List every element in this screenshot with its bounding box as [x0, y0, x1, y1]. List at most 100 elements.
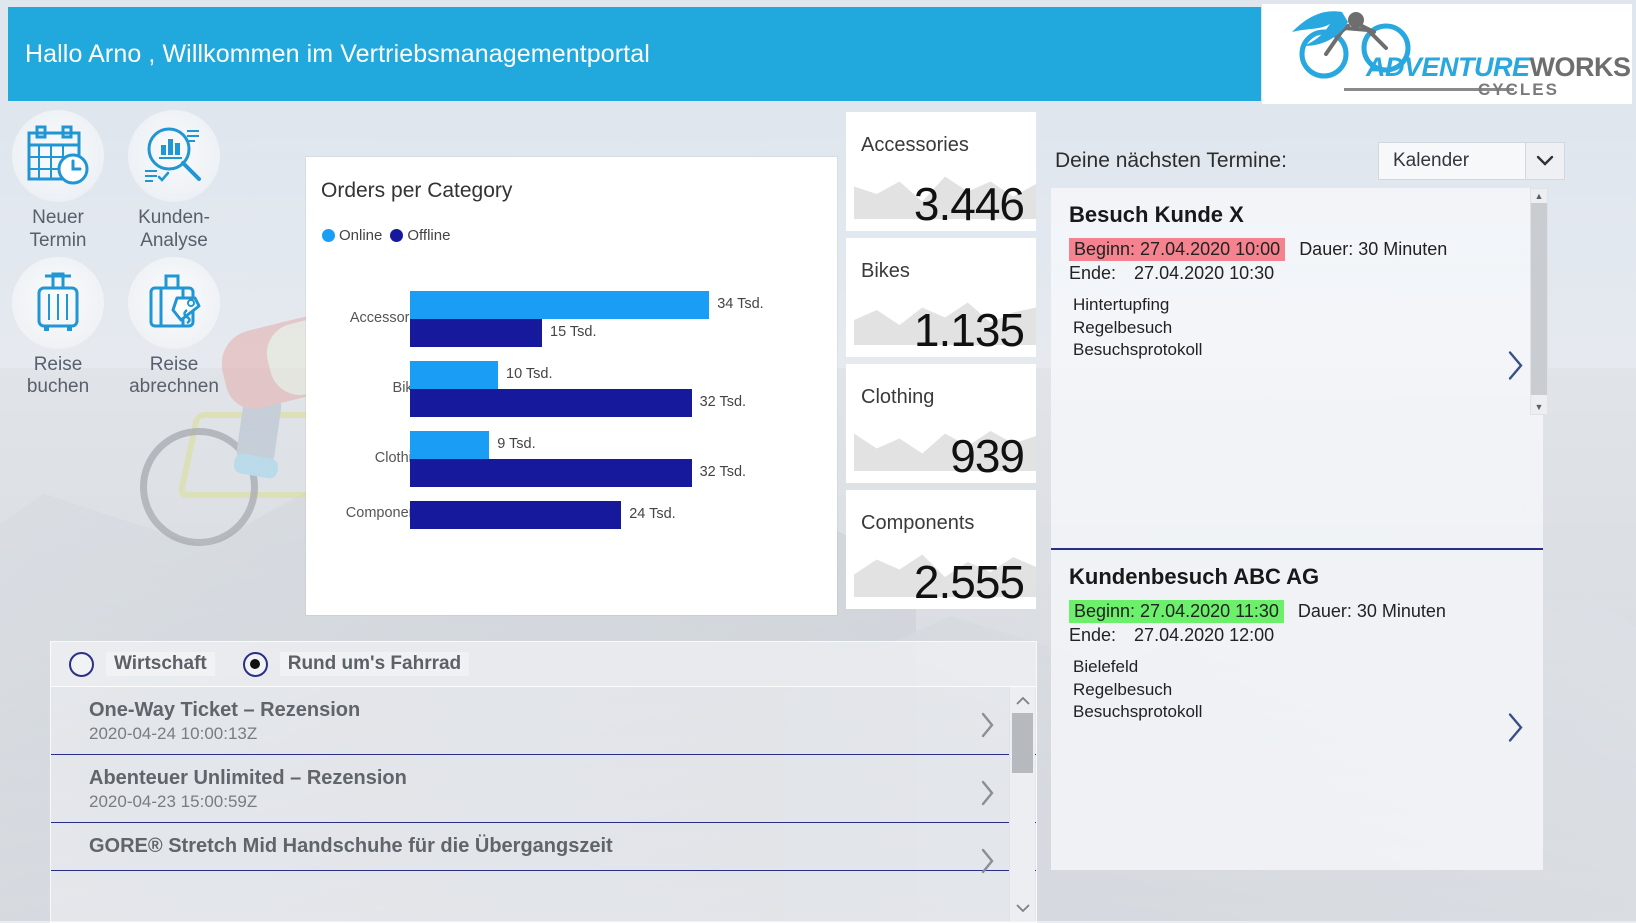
appointments-list: Besuch Kunde X Beginn: 27.04.2020 10:00 …: [1051, 188, 1543, 870]
appointment-begin: Beginn: 27.04.2020 10:00: [1069, 238, 1286, 261]
brand-logo: ADVENTUREWORKS CYCLES: [1262, 4, 1632, 104]
scroll-down-arrow-icon[interactable]: [1010, 897, 1035, 919]
kpi-card-clothing[interactable]: Clothing 939: [846, 364, 1036, 483]
chart-bar-offline[interactable]: [410, 501, 622, 529]
quick-action-label-line2: Analyse: [140, 229, 208, 251]
quick-action-label-line2: abrechnen: [129, 376, 219, 398]
radio-button-fahrrad[interactable]: [242, 651, 268, 677]
calendar-source-select[interactable]: Kalender: [1378, 142, 1565, 180]
appointment-time-row: Beginn: 27.04.2020 11:30 Dauer: 30 Minut…: [1069, 600, 1493, 623]
chevron-right-icon[interactable]: [1507, 712, 1525, 749]
chart-bar-offline[interactable]: [410, 459, 692, 487]
appointment-end-label: Ende:: [1069, 263, 1117, 283]
chart-bar-value-online: 9 Tsd.: [497, 436, 536, 452]
news-list-item[interactable]: One-Way Ticket – Rezension 2020-04-24 10…: [51, 687, 1036, 755]
kpi-card-bikes[interactable]: Bikes 1.135: [846, 238, 1036, 357]
quick-actions-panel: Neuer Termin Kunden- Analyse Reise buche…: [0, 110, 240, 403]
chart-title: Orders per Category: [321, 179, 513, 202]
chevron-right-icon[interactable]: [980, 779, 996, 812]
scroll-down-arrow-icon[interactable]: ▼: [1531, 400, 1547, 414]
quick-action-label-line1: Reise: [33, 353, 83, 375]
quick-action-icon-wrap: [12, 256, 104, 349]
chevron-right-icon[interactable]: [980, 711, 996, 744]
appointment-end-value: 27.04.2020 12:00: [1134, 625, 1275, 645]
scroll-up-arrow-icon[interactable]: ▲: [1531, 189, 1547, 203]
chart-plot-area: Accessories34 Tsd.15 Tsd.Bikes10 Tsd.32 …: [306, 269, 837, 607]
appointment-type: Regelbesuch: [1073, 679, 1173, 699]
legend-item-offline[interactable]: Offline: [390, 227, 450, 244]
appointment-location: Hintertupfing: [1073, 295, 1170, 314]
radio-button-wirtschaft[interactable]: [69, 651, 94, 677]
quick-action-neuer-termin[interactable]: Neuer Termin: [0, 110, 116, 253]
legend-swatch-offline: [390, 229, 404, 242]
chart-bar-online[interactable]: [410, 431, 490, 459]
news-tab-label: Rund um's Fahrrad: [279, 652, 470, 676]
chevron-right-icon[interactable]: [980, 847, 996, 880]
appointment-type: Regelbesuch: [1073, 317, 1173, 337]
quick-action-reise-buchen[interactable]: Reise buchen: [0, 256, 116, 400]
app-header: Hallo Arno , Willkommen im Vertriebsmana…: [8, 7, 1261, 101]
quick-action-icon-wrap: [12, 110, 104, 202]
chart-bar-value-offline: 32 Tsd.: [699, 464, 747, 480]
appointment-time-row: Beginn: 27.04.2020 10:00 Dauer: 30 Minut…: [1069, 238, 1493, 261]
scrollbar-thumb[interactable]: [1012, 713, 1033, 773]
kpi-value: 1.135: [913, 304, 1025, 356]
chart-bar-value-online: 34 Tsd.: [717, 296, 764, 312]
legend-label-offline: Offline: [407, 227, 451, 244]
kpi-cards: Accessories 3.446 Bikes 1.135 Clothing 9…: [846, 112, 1036, 616]
appointment-duration: Dauer: 30 Minuten: [1297, 601, 1446, 621]
chevron-down-icon[interactable]: [1525, 143, 1564, 179]
appointment-location: Bielefeld: [1073, 657, 1139, 676]
chart-bar-value-offline: 15 Tsd.: [550, 324, 597, 340]
kpi-card-accessories[interactable]: Accessories 3.446: [846, 112, 1036, 231]
news-list-item[interactable]: GORE® Stretch Mid Handschuhe für die Übe…: [51, 823, 1036, 874]
news-scrollbar[interactable]: [1009, 687, 1035, 921]
appointment-title: Besuch Kunde X: [1069, 202, 1244, 227]
logo-wordmark: ADVENTUREWORKS: [1366, 52, 1631, 83]
appointments-scrollbar[interactable]: ▲ ▼: [1530, 188, 1548, 415]
kpi-title: Clothing: [861, 386, 935, 408]
quick-action-kunden-analyse[interactable]: Kunden- Analyse: [116, 110, 232, 253]
calendar-clock-icon: [27, 125, 89, 185]
appointment-item[interactable]: Kundenbesuch ABC AG Beginn: 27.04.2020 1…: [1051, 548, 1543, 870]
news-tab-wirtschaft[interactable]: Wirtschaft: [69, 651, 215, 677]
appointment-item[interactable]: Besuch Kunde X Beginn: 27.04.2020 10:00 …: [1051, 188, 1543, 548]
news-item-title: Abenteuer Unlimited – Rezension: [89, 767, 407, 789]
calendar-heading: Deine nächsten Termine:: [1055, 149, 1287, 172]
chart-bar-online[interactable]: [410, 361, 498, 389]
news-tab-fahrrad[interactable]: Rund um's Fahrrad: [242, 651, 470, 677]
chart-legend: Online Offline: [322, 227, 450, 244]
chevron-right-icon[interactable]: [1507, 350, 1525, 387]
scrollbar-thumb[interactable]: [1531, 203, 1547, 395]
chart-bar-value-offline: 24 Tsd.: [629, 506, 676, 522]
appointment-begin: Beginn: 27.04.2020 11:30: [1069, 600, 1284, 623]
quick-action-label: Reise buchen: [27, 354, 89, 400]
quick-action-reise-abrechnen[interactable]: Reise abrechnen: [116, 256, 232, 400]
kpi-value: 2.555: [913, 556, 1025, 608]
kpi-title: Accessories: [861, 134, 969, 156]
appointment-duration: Dauer: 30 Minuten: [1299, 239, 1448, 259]
news-list-item[interactable]: Abenteuer Unlimited – Rezension 2020-04-…: [51, 755, 1036, 823]
appointment-protocol: Besuchsprotokoll: [1073, 702, 1203, 722]
news-item-title: GORE® Stretch Mid Handschuhe für die Übe…: [89, 835, 613, 857]
quick-action-label-line1: Reise: [149, 353, 199, 375]
kpi-card-components[interactable]: Components 2.555: [846, 490, 1036, 609]
kpi-value: 3.446: [913, 178, 1025, 230]
chart-bar-value-offline: 32 Tsd.: [699, 394, 747, 410]
chart-bar-online[interactable]: [410, 291, 710, 319]
chart-group-components: Components 24 Tsd.: [306, 501, 837, 571]
logo-subtitle: CYCLES: [1478, 80, 1559, 99]
chart-group-accessories: Accessories 34 Tsd. 15 Tsd.: [306, 291, 837, 361]
legend-swatch-online: [322, 229, 335, 242]
appointment-end-value: 27.04.2020 10:30: [1134, 263, 1275, 283]
news-item-date: 2020-04-23 15:00:59Z: [89, 792, 258, 811]
news-category-tabs: Wirtschaft Rund um's Fahrrad: [51, 642, 1036, 687]
chart-bar-offline[interactable]: [410, 319, 542, 347]
appointment-title: Kundenbesuch ABC AG: [1069, 564, 1320, 589]
legend-item-online[interactable]: Online: [322, 227, 382, 244]
scroll-up-arrow-icon[interactable]: [1010, 689, 1035, 711]
chart-group-clothing: Clothing 9 Tsd. 32 Tsd.: [306, 431, 837, 501]
calendar-header: Deine nächsten Termine: Kalender: [1055, 142, 1565, 180]
chart-bar-offline[interactable]: [410, 389, 692, 417]
quick-action-icon-wrap: [128, 110, 220, 202]
